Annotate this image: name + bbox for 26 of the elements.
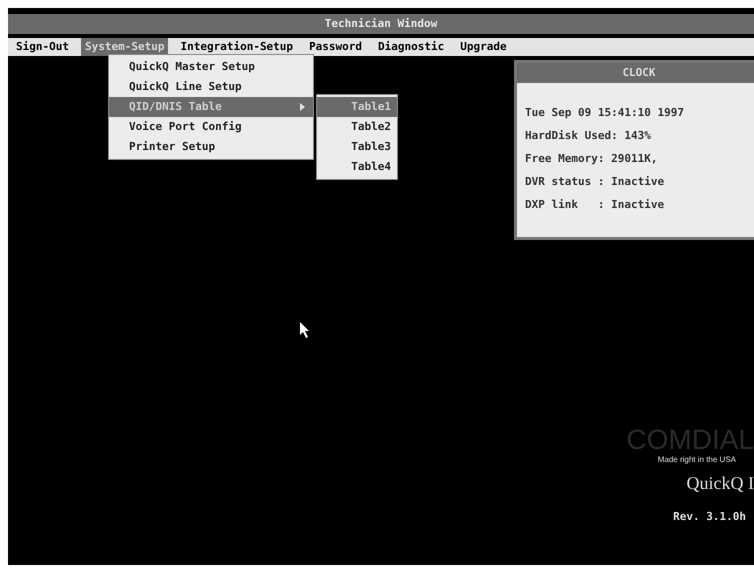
clock-line: DXP link : Inactive — [525, 197, 666, 212]
clock-line: Free Memory: 29011K, — [525, 151, 658, 166]
tagline: Made right in the USA — [658, 454, 737, 466]
mouse-pointer-icon — [300, 322, 310, 338]
menu-item[interactable]: Diagnostic — [374, 38, 448, 56]
submenu-item[interactable]: Table4 — [317, 157, 397, 177]
submenu-item[interactable]: Table2 — [317, 117, 397, 137]
dropdown-item[interactable]: QuickQ Line Setup — [109, 77, 313, 97]
dropdown-item[interactable]: Printer Setup — [109, 137, 313, 157]
product-name: QuickQ I — [686, 472, 754, 495]
dropdown-item[interactable]: QID/DNIS Table — [109, 97, 313, 117]
menu-item[interactable]: System-Setup — [80, 38, 168, 56]
menu-item[interactable]: Password — [305, 38, 366, 56]
submenu-item[interactable]: Table3 — [317, 137, 397, 157]
clock-title: CLOCK — [517, 63, 754, 83]
dropdown-item[interactable]: Voice Port Config — [109, 117, 313, 137]
submenu-item[interactable]: Table1 — [317, 97, 397, 117]
menu-item[interactable]: Integration-Setup — [176, 38, 298, 56]
clock-line: HardDisk Used: 143% — [525, 128, 652, 143]
dropdown-item[interactable]: QuickQ Master Setup — [109, 57, 313, 77]
clock-line: Tue Sep 09 15:41:10 1997 — [525, 105, 685, 120]
revision-text: Rev. 3.1.0h — [673, 509, 747, 525]
menu-item[interactable]: Sign-Out — [12, 38, 73, 56]
window-title: Technician Window — [8, 14, 754, 34]
menu-item[interactable]: Upgrade — [456, 38, 511, 56]
clock-line: DVR status : Inactive — [525, 174, 666, 189]
